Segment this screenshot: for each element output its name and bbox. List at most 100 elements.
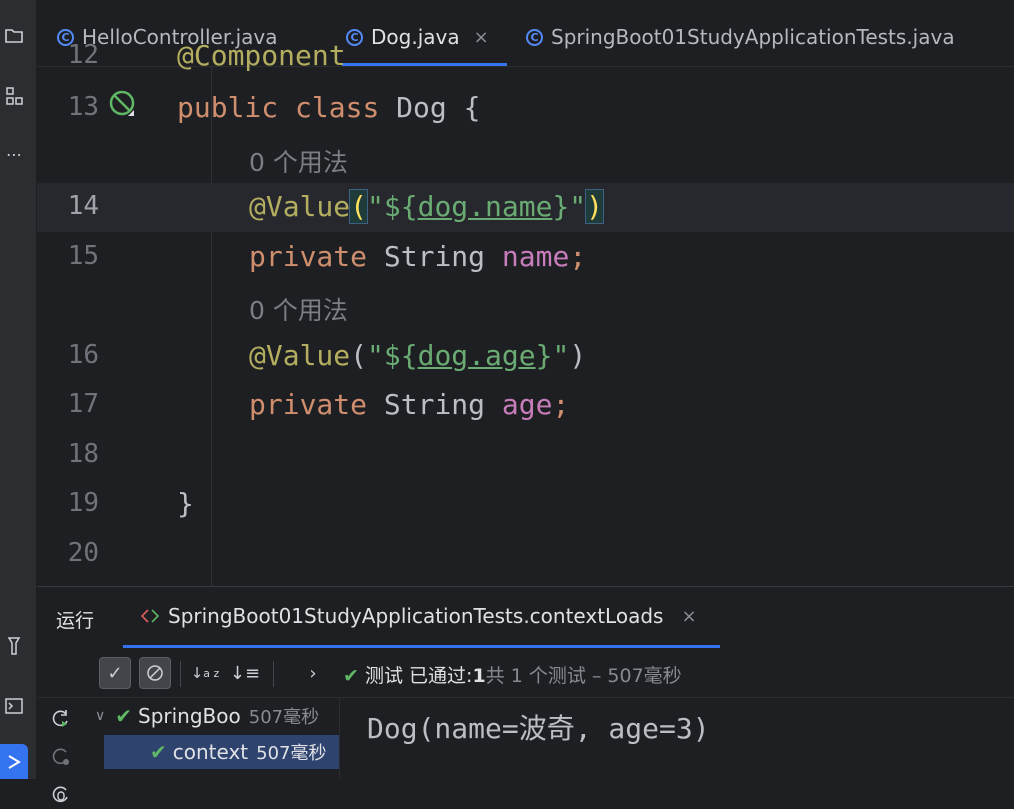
rerun-failed-icon[interactable] xyxy=(47,743,75,771)
keyword: private xyxy=(249,240,368,273)
status-passed: 已通过: xyxy=(409,665,473,687)
property-key[interactable]: dog.age xyxy=(418,339,536,372)
tool-window-strip: ⋯ xyxy=(0,0,37,779)
code-line[interactable]: 20 xyxy=(37,530,1014,579)
line-number: 18 xyxy=(67,439,99,469)
chevron-right-icon[interactable]: › xyxy=(297,657,329,689)
code-text: public class Dog { xyxy=(177,91,480,124)
line-number: 15 xyxy=(67,241,99,271)
keyword: private xyxy=(249,388,368,421)
line-number: 12 xyxy=(67,40,99,70)
toolbar-separator xyxy=(180,661,181,687)
status-prefix: 测试 xyxy=(364,665,403,687)
semicolon: ; xyxy=(552,388,570,421)
code-line[interactable]: 13 public class Dog { xyxy=(37,84,1014,133)
tree-node-time: 507毫秒 xyxy=(248,707,320,728)
structure-icon[interactable] xyxy=(0,82,28,110)
tree-node-label: context xyxy=(172,740,249,764)
run-tab-label: SpringBoot01StudyApplicationTests.contex… xyxy=(168,604,664,628)
toolbar-separator xyxy=(273,661,274,687)
rerun-icon[interactable] xyxy=(47,705,75,733)
check-icon: ✓ xyxy=(107,662,123,684)
annotation: @Value xyxy=(249,190,351,223)
check-icon: ✔ xyxy=(115,704,133,728)
code-text: @Value("${dog.age}") xyxy=(249,339,586,372)
matched-bracket: ) xyxy=(585,189,605,224)
code-line[interactable]: 16 @Value("${dog.age}") xyxy=(37,332,1014,381)
tree-node-root[interactable]: ∨ ✔ SpringBoo 507毫秒 xyxy=(87,699,339,733)
run-config-tab[interactable]: SpringBoot01StudyApplicationTests.contex… xyxy=(140,604,697,628)
run-tool-window: 运行 SpringBoot01StudyApplicationTests.con… xyxy=(37,586,1014,803)
show-ignored-toggle[interactable] xyxy=(139,657,171,689)
status-detail: 共 1 个测试 – 507毫秒 xyxy=(485,665,682,687)
run-title: 运行 xyxy=(56,610,95,632)
status-count: 1 xyxy=(472,665,486,687)
usage-hint-line: 0 个用法 xyxy=(37,282,1014,331)
code-line[interactable]: 17 private String age; xyxy=(37,381,1014,430)
code-line[interactable]: 12 @Component xyxy=(37,32,1014,81)
show-passed-toggle[interactable]: ✓ xyxy=(99,657,131,689)
test-toolbar: ✓ ↓ a z ↓≡ › ✔ 测试 已通过:1共 1 个测试 – 507毫秒 xyxy=(37,649,1014,698)
terminal-icon[interactable] xyxy=(0,692,28,720)
code-line[interactable]: 15 private String name; xyxy=(37,233,1014,282)
keyword: class xyxy=(295,91,380,124)
debug-rerun-icon[interactable] xyxy=(47,781,75,809)
test-status: ✔ 测试 已通过:1共 1 个测试 – 507毫秒 xyxy=(343,661,682,688)
type-name: String xyxy=(383,388,486,421)
code-text: @Value("${dog.name}") xyxy=(249,189,605,224)
code-line-current[interactable]: 14 @Value("${dog.name}") xyxy=(37,183,1014,232)
test-tree: ∨ ✔ SpringBoo 507毫秒 ✔ context 507毫秒 xyxy=(87,697,340,779)
field-name: age xyxy=(501,388,553,421)
matched-bracket: ( xyxy=(349,189,369,224)
property-key[interactable]: dog.name xyxy=(418,190,553,223)
no-entry-icon xyxy=(147,665,163,681)
tree-node-label: SpringBoo xyxy=(138,704,241,728)
console-output[interactable]: Dog(name=波奇, age=3) xyxy=(367,707,710,747)
run-tool-icon[interactable] xyxy=(0,744,28,779)
annotation: @Value xyxy=(249,339,351,372)
bracket: ( xyxy=(350,339,368,372)
string-literal: "${ xyxy=(367,190,418,223)
code-text: private String name; xyxy=(249,240,586,273)
line-number: 13 xyxy=(67,92,99,122)
code-area[interactable]: 12 @Component 13 public class Dog { 0 个用… xyxy=(37,39,1014,586)
spring-bean-gutter-icon[interactable] xyxy=(109,90,137,118)
line-number: 20 xyxy=(67,538,99,568)
string-literal: }" xyxy=(552,190,587,223)
code-line[interactable]: 19 } xyxy=(37,480,1014,529)
active-run-tab-indicator xyxy=(123,645,720,648)
run-header: 运行 SpringBoot01StudyApplicationTests.con… xyxy=(37,587,1014,649)
services-icon[interactable] xyxy=(0,632,28,660)
run-side-toolbar xyxy=(37,697,87,803)
sort-alphabetically-icon[interactable]: ↓ a z xyxy=(189,657,221,689)
more-tools-icon[interactable]: ⋯ xyxy=(0,140,28,168)
tree-node-time: 507毫秒 xyxy=(256,743,327,764)
code-editor: C HelloController.java C Dog.java × C Sp… xyxy=(37,0,1014,586)
semicolon: ; xyxy=(569,240,587,273)
line-number: 14 xyxy=(67,191,99,221)
line-number: 17 xyxy=(67,389,99,419)
type-name: String xyxy=(383,240,486,273)
project-folder-icon[interactable] xyxy=(0,22,28,50)
class-declaration: Dog { xyxy=(396,91,481,124)
field-name: name xyxy=(501,240,570,273)
chevron-down-icon[interactable]: ∨ xyxy=(95,708,105,724)
keyword: public xyxy=(177,91,279,124)
string-literal: "${ xyxy=(367,339,418,372)
check-icon: ✔ xyxy=(343,665,359,687)
code-text: @Component xyxy=(177,39,346,72)
code-line[interactable]: 18 xyxy=(37,431,1014,480)
usage-hint[interactable]: 0 个用法 xyxy=(249,143,348,179)
code-text: } xyxy=(177,487,194,520)
usage-hint-line: 0 个用法 xyxy=(37,134,1014,183)
line-number: 16 xyxy=(67,340,99,370)
usage-hint[interactable]: 0 个用法 xyxy=(249,291,348,327)
check-icon: ✔ xyxy=(150,740,167,764)
sort-by-duration-icon[interactable]: ↓≡ xyxy=(229,657,261,689)
string-literal: }" xyxy=(535,339,570,372)
test-run-icon xyxy=(140,609,160,623)
close-icon[interactable]: × xyxy=(681,606,696,627)
code-text: private String age; xyxy=(249,388,569,421)
line-number: 19 xyxy=(67,488,99,518)
tree-node-context-loads[interactable]: ✔ context 507毫秒 xyxy=(104,735,339,769)
